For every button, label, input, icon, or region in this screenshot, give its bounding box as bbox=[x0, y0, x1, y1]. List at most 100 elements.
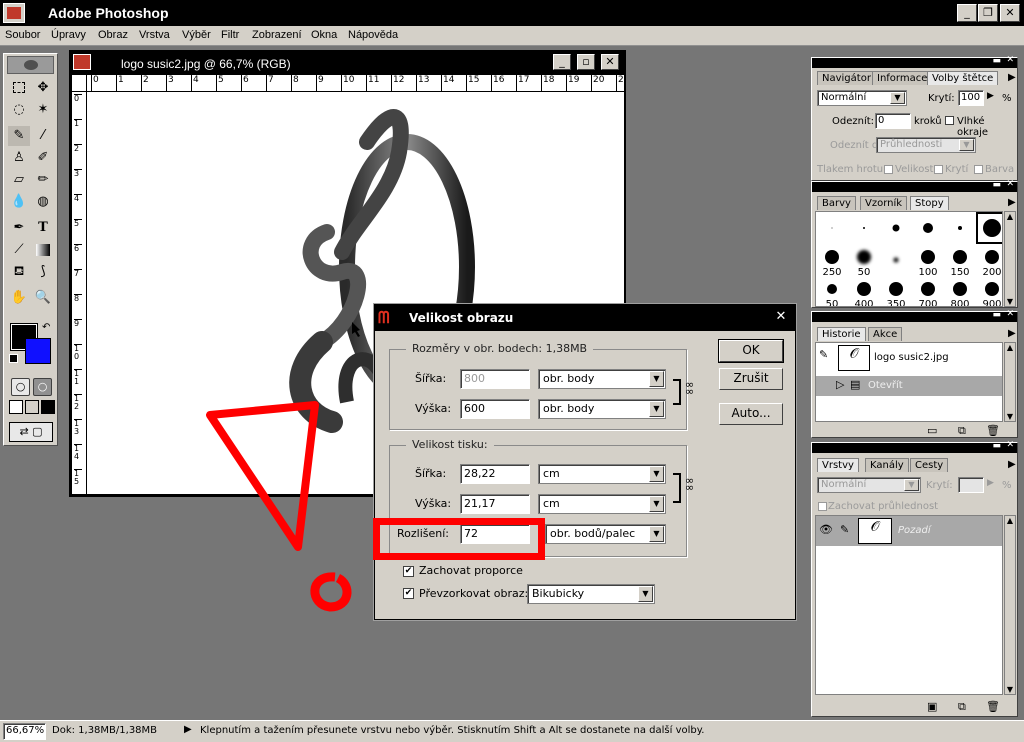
print-width-field[interactable]: 28,22 bbox=[460, 464, 530, 484]
palette-menu-icon[interactable]: ▶ bbox=[1008, 459, 1016, 470]
pixel-width-unit-select[interactable]: obr. body ▼ bbox=[538, 369, 666, 389]
opacity-field[interactable]: 100 bbox=[958, 90, 984, 106]
magic-wand-tool-icon[interactable]: ✶ bbox=[32, 100, 54, 120]
brush-preset[interactable]: 900 bbox=[976, 276, 1002, 306]
resample-checkbox[interactable]: ✔ bbox=[403, 588, 414, 599]
close-icon[interactable]: ✕ bbox=[1000, 4, 1020, 22]
menu-okna[interactable]: Okna bbox=[311, 29, 337, 41]
brush-preset[interactable]: 100 bbox=[912, 244, 944, 278]
brush-preset[interactable] bbox=[848, 212, 880, 244]
tab-history[interactable]: Historie bbox=[817, 327, 866, 341]
fade-to-select[interactable]: Průhlednosti ▼ bbox=[876, 137, 976, 153]
horizontal-ruler[interactable]: 0123456789101112131415161718192021 bbox=[87, 75, 624, 92]
menu-upravy[interactable]: Úpravy bbox=[51, 29, 86, 41]
tab-swatches[interactable]: Vzorník bbox=[860, 196, 908, 210]
new-layer-icon[interactable]: ⧉ bbox=[958, 700, 966, 714]
tab-brushes[interactable]: Stopy bbox=[910, 196, 949, 210]
new-snapshot-icon[interactable]: ⧉ bbox=[958, 424, 966, 438]
zoom-field[interactable]: 66,67% bbox=[3, 723, 46, 740]
menu-soubor[interactable]: Soubor bbox=[5, 29, 40, 41]
layer-row-selected[interactable]: 👁 ✎ 𝒪 Pozadí bbox=[816, 516, 1002, 546]
pencil-tool-icon[interactable]: ✏ bbox=[32, 170, 54, 190]
brush-preset[interactable]: 50 bbox=[816, 276, 848, 306]
zoom-tool-icon[interactable]: 🔍 bbox=[32, 288, 54, 308]
print-height-unit-select[interactable]: cm ▼ bbox=[538, 494, 666, 514]
layer-blend-mode-select[interactable]: Normální ▼ bbox=[817, 477, 921, 493]
tab-actions[interactable]: Akce bbox=[868, 327, 903, 341]
brush-tool-icon[interactable]: ⁄ bbox=[32, 126, 54, 146]
ok-button[interactable]: OK bbox=[718, 339, 784, 363]
measure-tool-icon[interactable]: ⟋ bbox=[8, 240, 30, 260]
brush-preset[interactable]: 800 bbox=[944, 276, 976, 306]
photoshop-app-icon[interactable] bbox=[3, 3, 25, 23]
lasso-tool-icon[interactable]: ◌ bbox=[8, 100, 30, 120]
menu-zobrazeni[interactable]: Zobrazení bbox=[252, 29, 302, 41]
document-icon[interactable] bbox=[73, 54, 91, 70]
preserve-transparency-checkbox[interactable] bbox=[818, 502, 827, 511]
menu-napoveda[interactable]: Nápověda bbox=[348, 29, 398, 41]
layer-opacity-field[interactable] bbox=[958, 477, 984, 493]
menu-vrstva[interactable]: Vrstva bbox=[139, 29, 170, 41]
doc-close-icon[interactable]: ✕ bbox=[601, 54, 619, 70]
history-item-selected[interactable]: ▷ ▤ Otevřít bbox=[816, 376, 1002, 396]
menu-filtr[interactable]: Filtr bbox=[221, 29, 239, 41]
screen-mode-1-icon[interactable] bbox=[9, 400, 23, 414]
opacity-slider-arrow-icon[interactable]: ▶ bbox=[987, 91, 994, 101]
delete-layer-icon[interactable]: 🗑 bbox=[986, 700, 1000, 713]
vertical-ruler[interactable]: 012345678910111213141516 bbox=[72, 92, 87, 494]
brush-preset[interactable]: 350 bbox=[880, 276, 912, 306]
stylus-size-checkbox[interactable] bbox=[884, 165, 893, 174]
constrain-proportions-checkbox[interactable]: ✔ bbox=[403, 566, 414, 577]
move-tool-icon[interactable]: ✥ bbox=[32, 78, 54, 98]
layer-mask-icon[interactable]: ▣ bbox=[927, 700, 937, 713]
new-document-from-state-icon[interactable]: ▭ bbox=[927, 424, 937, 437]
brush-preset[interactable]: 400 bbox=[848, 276, 880, 306]
brush-preset[interactable] bbox=[944, 212, 976, 244]
resolution-unit-select[interactable]: obr. bodů/palec ▼ bbox=[545, 524, 666, 544]
brush-preset[interactable] bbox=[880, 244, 912, 276]
tab-brush-options[interactable]: Volby štětce bbox=[927, 71, 999, 85]
print-width-unit-select[interactable]: cm ▼ bbox=[538, 464, 666, 484]
tab-paths[interactable]: Cesty bbox=[910, 458, 949, 472]
brush-preset[interactable]: 250 bbox=[816, 244, 848, 278]
snapshot-name[interactable]: logo susic2.jpg bbox=[874, 352, 949, 363]
doc-minimize-icon[interactable]: _ bbox=[553, 54, 571, 70]
cancel-button[interactable]: Zrušit bbox=[719, 368, 783, 390]
history-scrollbar[interactable]: ▲ ▼ bbox=[1004, 342, 1016, 422]
screen-mode-3-icon[interactable] bbox=[41, 400, 55, 414]
gradient-tool-icon[interactable] bbox=[32, 240, 54, 260]
tab-navigator[interactable]: Navigátor bbox=[817, 71, 876, 85]
pixel-height-unit-select[interactable]: obr. body ▼ bbox=[538, 399, 666, 419]
bucket-tool-icon[interactable]: ⛾ bbox=[8, 262, 30, 282]
tab-info[interactable]: Informace bbox=[872, 71, 933, 85]
brush-preset[interactable] bbox=[976, 212, 1002, 244]
restore-icon[interactable]: ❐ bbox=[978, 4, 998, 22]
wet-edges-checkbox[interactable] bbox=[945, 116, 954, 125]
pen-tool-icon[interactable]: ✒ bbox=[8, 218, 30, 238]
brush-preset[interactable] bbox=[880, 212, 912, 244]
dodge-tool-icon[interactable]: ◍ bbox=[32, 192, 54, 212]
blur-tool-icon[interactable]: 💧 bbox=[8, 192, 30, 212]
history-brush-source-icon[interactable]: ✎ bbox=[819, 348, 828, 361]
jump-to-imageready-icon[interactable]: ⇄ ▢ bbox=[9, 422, 53, 442]
airbrush-tool-icon[interactable]: ✎ bbox=[8, 126, 30, 146]
hand-tool-icon[interactable]: ✋ bbox=[8, 288, 30, 308]
type-tool-icon[interactable]: T bbox=[32, 218, 54, 238]
palette-menu-icon[interactable]: ▶ bbox=[1008, 197, 1016, 208]
menu-obraz[interactable]: Obraz bbox=[98, 29, 128, 41]
dialog-close-icon[interactable]: ✕ bbox=[773, 310, 789, 325]
auto-button[interactable]: Auto... bbox=[719, 403, 783, 425]
marquee-tool-icon[interactable] bbox=[8, 78, 30, 98]
palette-menu-icon[interactable]: ▶ bbox=[1008, 328, 1016, 339]
menu-vyber[interactable]: Výběr bbox=[182, 29, 211, 41]
brush-preset[interactable]: 50 bbox=[848, 244, 880, 278]
pixel-height-field[interactable]: 600 bbox=[460, 399, 530, 419]
minimize-icon[interactable]: _ bbox=[957, 4, 977, 22]
eyedropper-tool-icon[interactable]: ⟆ bbox=[32, 262, 54, 282]
fade-field[interactable]: 0 bbox=[875, 113, 911, 129]
brush-preset[interactable] bbox=[912, 212, 944, 244]
screen-mode-2-icon[interactable] bbox=[25, 400, 39, 414]
tab-colors[interactable]: Barvy bbox=[817, 196, 856, 210]
swap-colors-icon[interactable]: ↶ bbox=[42, 322, 50, 333]
eraser-tool-icon[interactable]: ▱ bbox=[8, 170, 30, 190]
